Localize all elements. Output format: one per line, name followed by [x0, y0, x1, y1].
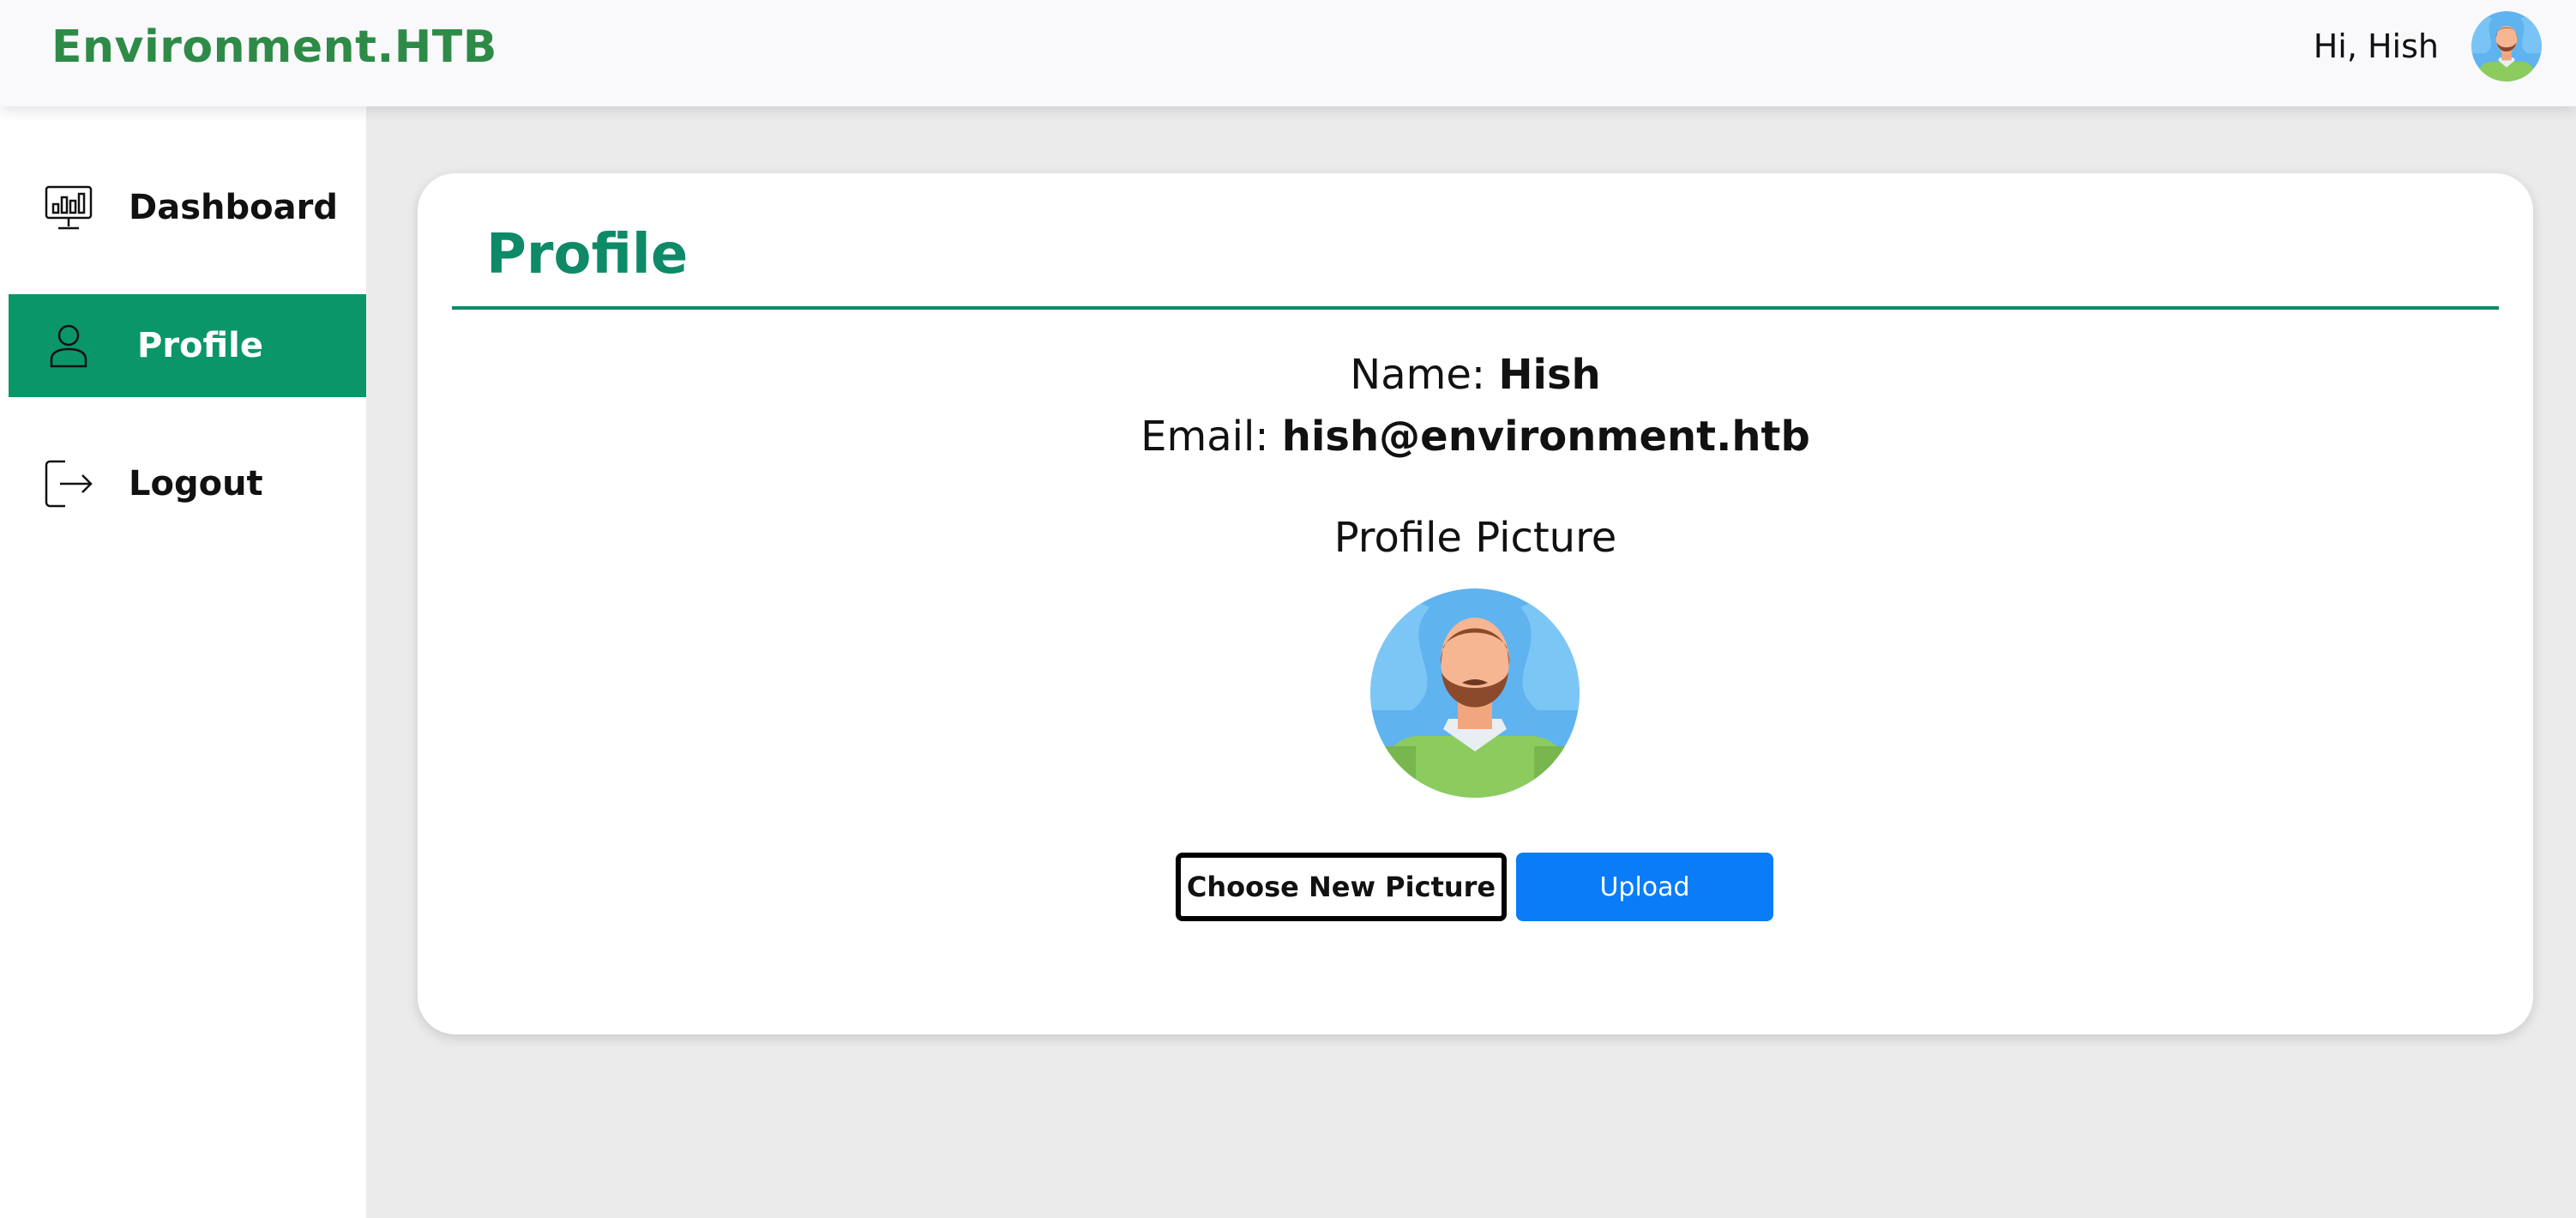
email-value: hish@environment.htb [1281, 413, 1810, 461]
name-line: Name: Hish [418, 347, 2533, 403]
sidebar-item-profile[interactable]: Profile [9, 294, 366, 397]
brand-logo[interactable]: Environment.HTB [51, 17, 497, 77]
sidebar: Dashboard Profile Logout [0, 106, 366, 1218]
sidebar-item-dashboard[interactable]: Dashboard [9, 156, 366, 259]
sidebar-item-label: Dashboard [129, 188, 338, 227]
sidebar-item-label: Logout [129, 464, 263, 503]
sidebar-item-label: Profile [137, 326, 264, 365]
user-greeting: Hi, Hish [2313, 27, 2439, 65]
user-icon [43, 320, 94, 371]
email-label: Email: [1141, 413, 1269, 461]
logout-icon [43, 458, 94, 510]
top-bar: Environment.HTB Hi, Hish [0, 0, 2576, 106]
profile-picture-icon [1369, 582, 1580, 798]
title-divider [452, 306, 2499, 310]
profile-card: Profile Name: Hish Email: hish@environme… [418, 173, 2533, 1034]
choose-new-picture-button[interactable]: Choose New Picture [1176, 853, 1507, 921]
monitor-chart-icon [43, 182, 94, 233]
profile-picture-title: Profile Picture [1333, 514, 1617, 562]
upload-button[interactable]: Upload [1516, 853, 1773, 921]
page-title: Profile [486, 223, 689, 286]
name-value: Hish [1498, 351, 1601, 399]
email-line: Email: hish@environment.htb [418, 408, 2533, 465]
name-label: Name: [1350, 351, 1486, 399]
user-avatar-icon[interactable] [2471, 11, 2542, 81]
sidebar-item-logout[interactable]: Logout [9, 432, 366, 535]
